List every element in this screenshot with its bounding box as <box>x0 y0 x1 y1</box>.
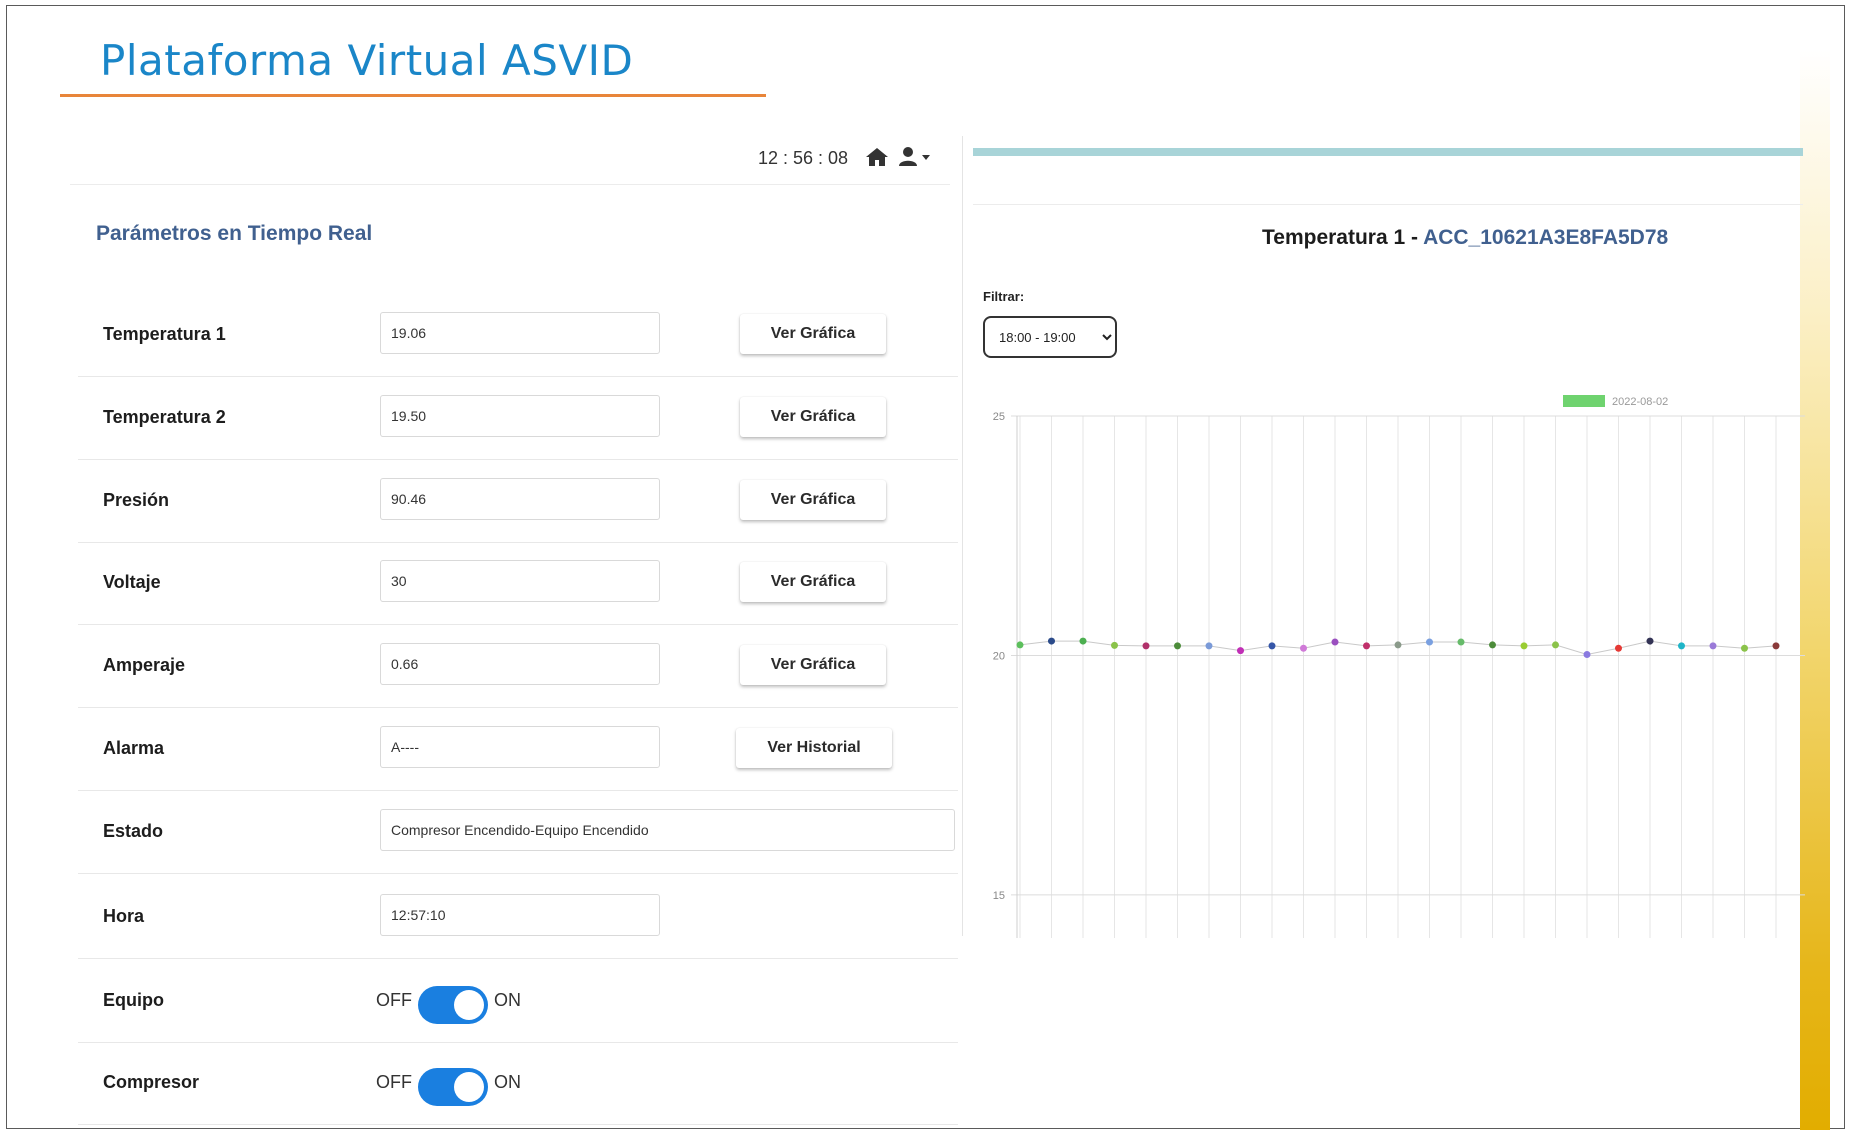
param-value-field[interactable] <box>380 643 660 685</box>
param-label: Voltaje <box>103 572 161 592</box>
view-chart-button[interactable]: Ver Gráfica <box>740 562 886 602</box>
data-point <box>1268 642 1276 650</box>
param-row: Voltaje Ver Gráfica <box>78 544 958 625</box>
view-chart-button[interactable]: Ver Gráfica <box>740 645 886 685</box>
toggle-row: Equipo OFF ON <box>78 962 958 1043</box>
data-point <box>1079 637 1087 645</box>
legend-label: 2022-08-02 <box>1612 396 1668 408</box>
param-label: Hora <box>103 906 145 926</box>
toggle-off-label: OFF <box>376 990 412 1010</box>
param-value-field[interactable] <box>380 809 955 851</box>
data-point <box>1552 641 1559 649</box>
data-point <box>1741 644 1748 652</box>
top-bar: 12 : 56 : 08 <box>70 140 950 185</box>
view-chart-button[interactable]: Ver Gráfica <box>740 397 886 437</box>
data-point <box>1678 642 1685 650</box>
right-panel-top-bar <box>973 148 1803 156</box>
page-title: Plataforma Virtual ASVID <box>100 36 634 85</box>
view-chart-button[interactable]: Ver Gráfica <box>740 480 886 520</box>
data-point <box>1111 641 1118 649</box>
param-value-field[interactable] <box>380 560 660 602</box>
view-chart-button[interactable]: Ver Gráfica <box>740 314 886 354</box>
data-point <box>1048 637 1055 645</box>
toggle-off-label: OFF <box>376 1072 412 1092</box>
param-row: Hora <box>78 878 958 959</box>
y-tick-label: 15 <box>993 890 1005 902</box>
param-row: Temperatura 2 Ver Gráfica <box>78 379 958 460</box>
param-value-field[interactable] <box>380 395 660 437</box>
data-point <box>1237 647 1244 655</box>
param-value-field[interactable] <box>380 726 660 768</box>
data-point <box>1457 638 1465 646</box>
user-dropdown-icon[interactable] <box>898 145 932 169</box>
data-point <box>1520 642 1528 650</box>
chart-title: Temperatura 1 - ACC_10621A3E8FA5D78 <box>1262 226 1668 250</box>
param-label: Estado <box>103 821 164 841</box>
legend-swatch <box>1563 395 1605 407</box>
data-point <box>1142 642 1150 650</box>
data-point <box>1615 644 1622 652</box>
y-tick-label: 25 <box>993 411 1005 423</box>
param-row: Amperaje Ver Gráfica <box>78 627 958 708</box>
data-point <box>1300 644 1307 652</box>
data-point <box>1583 650 1591 658</box>
toggle-knob <box>454 990 484 1020</box>
title-underline <box>60 94 766 97</box>
panel-divider <box>962 136 963 936</box>
data-point <box>1709 642 1717 650</box>
param-value-field[interactable] <box>380 478 660 520</box>
param-label: Temperatura 2 <box>103 407 226 427</box>
toggle-on-label: ON <box>494 1072 521 1092</box>
toggle-on-label: ON <box>494 990 521 1010</box>
data-point <box>1174 642 1181 650</box>
data-point <box>1646 637 1654 645</box>
param-row: Presión Ver Gráfica <box>78 462 958 543</box>
temperature-chart: 25 20 15 2022-08-02 <box>993 395 1805 938</box>
data-point <box>1426 638 1433 646</box>
data-point <box>1331 638 1339 646</box>
param-label: Temperatura 1 <box>103 324 226 344</box>
param-row: Estado <box>78 793 958 874</box>
data-point <box>1394 641 1402 649</box>
param-label: Alarma <box>103 738 165 758</box>
data-point <box>1772 642 1780 650</box>
param-value-field[interactable] <box>380 312 660 354</box>
data-point <box>1363 642 1370 650</box>
data-point <box>1489 641 1496 649</box>
view-history-button[interactable]: Ver Historial <box>736 728 892 768</box>
toggle-row: Compresor OFF ON <box>78 1044 958 1125</box>
param-row: Alarma Ver Historial <box>78 710 958 791</box>
toggle-knob <box>454 1072 484 1102</box>
y-tick-label: 20 <box>993 650 1005 662</box>
filter-label: Filtrar: <box>983 289 1025 304</box>
data-point <box>1205 642 1213 650</box>
clock: 12 : 56 : 08 <box>758 148 849 168</box>
chart-title-label: Temperatura 1 - <box>1262 226 1424 249</box>
home-icon[interactable] <box>865 146 889 168</box>
section-title: Parámetros en Tiempo Real <box>96 222 373 245</box>
right-panel-divider <box>973 204 1803 205</box>
toggle-label: Equipo <box>103 990 164 1010</box>
toggle-switch[interactable] <box>418 1068 488 1106</box>
data-point <box>1016 641 1024 649</box>
time-filter-select[interactable]: 18:00 - 19:00 <box>983 316 1117 358</box>
toggle-label: Compresor <box>103 1072 200 1092</box>
param-label: Presión <box>103 490 170 510</box>
param-value-field[interactable] <box>380 894 660 936</box>
param-label: Amperaje <box>103 655 186 675</box>
chart-title-device-id: ACC_10621A3E8FA5D78 <box>1423 226 1669 249</box>
toggle-switch[interactable] <box>418 986 488 1024</box>
param-row: Temperatura 1 Ver Gráfica <box>78 296 958 377</box>
